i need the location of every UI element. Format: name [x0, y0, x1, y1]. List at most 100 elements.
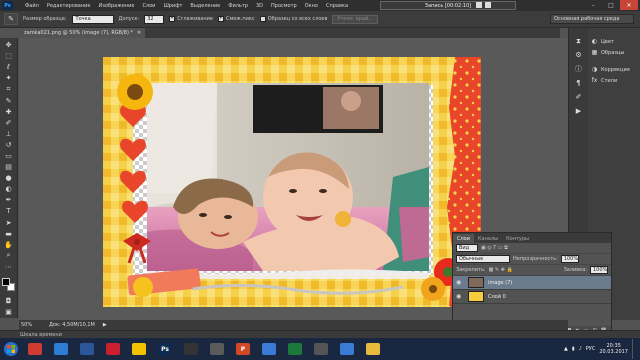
timeline-panel-tab[interactable]: Шкала времени	[0, 330, 640, 338]
properties-icon[interactable]: ⚙	[573, 50, 585, 60]
stop-icon[interactable]	[485, 2, 491, 8]
pause-icon[interactable]	[476, 2, 482, 8]
magic-wand-tool-icon[interactable]: ✦	[2, 73, 16, 83]
zoom-level[interactable]: 50%	[21, 322, 41, 328]
close-icon[interactable]: ✕	[620, 0, 638, 10]
language-indicator[interactable]: РУС	[586, 346, 596, 352]
lock-label: Закрепить:	[456, 267, 486, 273]
status-menu-icon[interactable]: ▶	[103, 322, 107, 328]
minimize-icon[interactable]: –	[584, 0, 602, 10]
fill-input[interactable]: 100%	[590, 266, 608, 274]
taskbar-app[interactable]	[22, 338, 48, 360]
panel-color[interactable]: ◐ Цвет	[588, 36, 640, 47]
taskbar-app[interactable]	[74, 338, 100, 360]
menu-item[interactable]: 3D	[252, 3, 267, 9]
menu-item[interactable]: Изображение	[94, 3, 138, 9]
lock-icons[interactable]: ▩ ✎ ✥ 🔒	[489, 267, 513, 273]
panel-swatches[interactable]: ▦ Образцы	[588, 47, 640, 58]
panel-styles[interactable]: fx Стили	[588, 75, 640, 86]
clock[interactable]: 20:35 20.03.2017	[599, 343, 628, 355]
paragraph-icon[interactable]: ¶	[573, 78, 585, 88]
menu-item[interactable]: Файл	[21, 3, 43, 9]
eyedropper-tool-preset-icon[interactable]: ✎	[4, 13, 18, 25]
close-tab-icon[interactable]: ✕	[137, 30, 141, 36]
taskbar-app[interactable]: Ps	[152, 338, 178, 360]
hand-tool-icon[interactable]: ✋	[2, 240, 16, 250]
history-icon[interactable]: ⧗	[573, 36, 585, 46]
contiguous-checkbox[interactable]: Смеж.пикс	[217, 14, 255, 22]
volume-icon[interactable]: ♪	[579, 346, 582, 352]
brush-presets-icon[interactable]: ✐	[573, 92, 585, 102]
maximize-icon[interactable]: □	[602, 0, 620, 10]
taskbar-app[interactable]: P	[230, 338, 256, 360]
layer-row[interactable]: ◉ Слой 0	[453, 290, 611, 304]
gradient-tool-icon[interactable]: ▤	[2, 162, 16, 172]
document-tab[interactable]: zamka021.png @ 50% (image (7), RGB/8) * …	[20, 28, 146, 38]
more-tools-icon[interactable]: ⋯	[2, 262, 16, 272]
path-selection-tool-icon[interactable]: ➤	[2, 218, 16, 228]
clone-stamp-tool-icon[interactable]: ⊥	[2, 129, 16, 139]
network-icon[interactable]: ▮	[572, 346, 575, 352]
tray-arrow-icon[interactable]: ▲	[564, 346, 568, 352]
menu-item[interactable]: Фильтр	[224, 3, 252, 9]
menu-item[interactable]: Слои	[138, 3, 159, 9]
lasso-tool-icon[interactable]: ℓ	[2, 62, 16, 72]
shape-tool-icon[interactable]: ▬	[2, 229, 16, 239]
eraser-tool-icon[interactable]: ▭	[2, 151, 16, 161]
taskbar-app[interactable]	[126, 338, 152, 360]
tab-paths[interactable]: Контуры	[502, 234, 533, 243]
taskbar-app[interactable]	[204, 338, 230, 360]
history-brush-tool-icon[interactable]: ↺	[2, 140, 16, 150]
crop-tool-icon[interactable]: ⌗	[2, 84, 16, 94]
sample-all-layers-checkbox[interactable]: Образец со всех слоев	[259, 16, 327, 22]
workspace-select[interactable]: Основная рабочая среда	[550, 14, 634, 24]
eyedropper-tool-icon[interactable]: ✎	[2, 95, 16, 105]
quick-mask-icon[interactable]: ◘	[2, 296, 16, 306]
blur-tool-icon[interactable]: ●	[2, 173, 16, 183]
kind-filter-select[interactable]: Вид	[456, 244, 478, 252]
menu-item[interactable]: Выделение	[186, 3, 224, 9]
tab-layers[interactable]: Слои	[453, 234, 474, 243]
start-button[interactable]	[0, 338, 22, 360]
opacity-input[interactable]: 100%	[560, 255, 579, 263]
taskbar-app[interactable]	[178, 338, 204, 360]
menu-item[interactable]: Редактирование	[43, 3, 95, 9]
foreground-color-swatch[interactable]	[1, 277, 10, 286]
brush-tool-icon[interactable]: ✐	[2, 118, 16, 128]
visibility-eye-icon[interactable]: ◉	[456, 293, 464, 300]
menu-item[interactable]: Просмотр	[267, 3, 301, 9]
taskbar-app[interactable]	[256, 338, 282, 360]
menu-item[interactable]: Шрифт	[159, 3, 186, 9]
document-canvas[interactable]	[103, 57, 481, 307]
sample-size-select[interactable]: Точка	[71, 14, 114, 24]
visibility-eye-icon[interactable]: ◉	[456, 279, 464, 286]
healing-brush-tool-icon[interactable]: ✚	[2, 107, 16, 117]
show-desktop-button[interactable]	[632, 339, 638, 359]
taskbar-app[interactable]	[100, 338, 126, 360]
info-icon[interactable]: ⓘ	[573, 64, 585, 74]
antialias-checkbox[interactable]: Сглаживание	[169, 14, 213, 22]
color-swatches[interactable]	[1, 277, 17, 292]
menu-item[interactable]: Справка	[322, 3, 352, 9]
blend-mode-select[interactable]: Обычные	[456, 255, 510, 263]
zoom-tool-icon[interactable]: ⌕	[2, 251, 16, 261]
marquee-tool-icon[interactable]: ⬚	[2, 51, 16, 61]
pen-tool-icon[interactable]: ✒	[2, 195, 16, 205]
panel-adjustments[interactable]: ◑ Коррекция	[588, 64, 640, 75]
tolerance-input[interactable]: 32	[144, 14, 165, 24]
type-tool-icon[interactable]: T	[2, 206, 16, 216]
taskbar-app[interactable]	[360, 338, 386, 360]
taskbar-app[interactable]	[308, 338, 334, 360]
filter-icons[interactable]: ▣ ◎ T ▭ ⧉	[481, 245, 508, 251]
layer-row[interactable]: ◉ image (7)	[453, 276, 611, 290]
taskbar-app[interactable]	[48, 338, 74, 360]
tab-channels[interactable]: Каналы	[474, 234, 502, 243]
move-tool-icon[interactable]: ✥	[2, 40, 16, 50]
taskbar-app[interactable]	[334, 338, 360, 360]
screen-mode-icon[interactable]: ▣	[2, 307, 16, 317]
actions-icon[interactable]: ▶	[573, 106, 585, 116]
refine-edge-button[interactable]: Уточн. край...	[332, 14, 379, 24]
menu-item[interactable]: Окно	[301, 3, 322, 9]
dodge-tool-icon[interactable]: ◐	[2, 184, 16, 194]
taskbar-app[interactable]	[282, 338, 308, 360]
